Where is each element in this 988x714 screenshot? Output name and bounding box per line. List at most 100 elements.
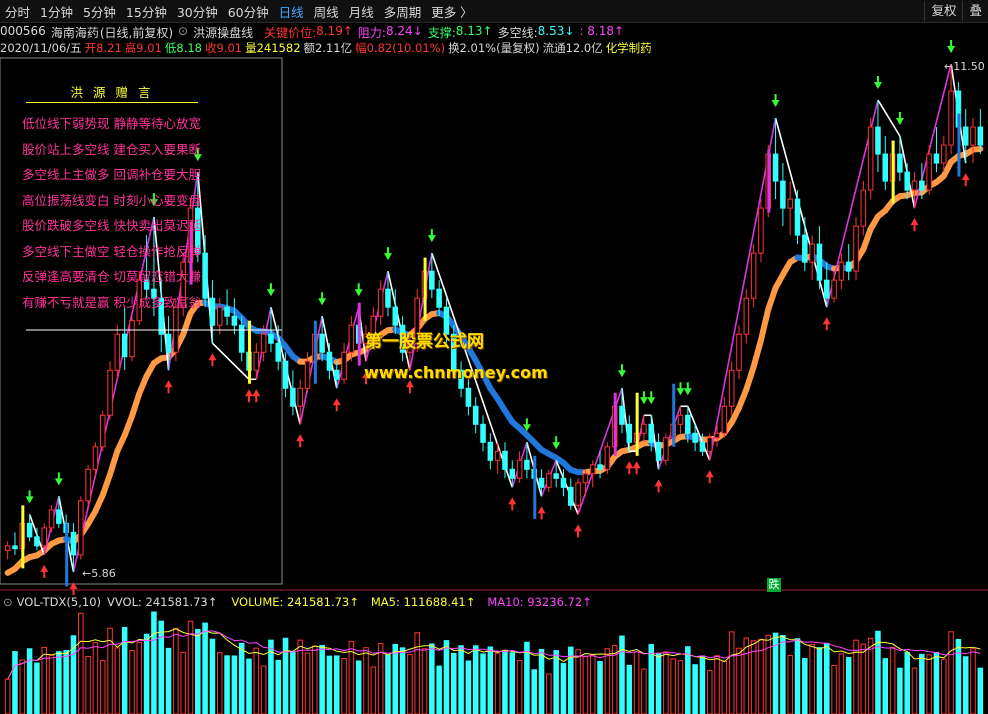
volume-bar <box>195 629 201 714</box>
zigzag-segment <box>877 99 901 137</box>
candle-body <box>502 450 508 470</box>
volume-bar <box>180 651 186 714</box>
volume-bar <box>970 648 976 714</box>
candle-body <box>926 153 932 191</box>
candle-body <box>487 441 494 461</box>
candle-body <box>436 288 442 308</box>
volume-bar <box>538 648 545 714</box>
candle-body <box>275 342 282 362</box>
buy-arrow-icon <box>574 524 583 538</box>
candle-body <box>494 450 501 461</box>
signal-bar <box>767 149 771 213</box>
volume-bar <box>19 659 26 714</box>
volume-bar <box>458 645 464 714</box>
volume-bar <box>780 635 786 714</box>
candle-body <box>882 153 889 182</box>
sell-arrow-icon <box>427 229 436 243</box>
volume-bar <box>670 658 676 714</box>
candle-body <box>268 333 274 344</box>
bull-bear-line-segment <box>750 337 764 370</box>
legend-line: 有赚不亏就是赢 积少成多致富翁 <box>22 294 201 310</box>
watermark-title: 第一股票公式网 <box>365 332 484 352</box>
bull-bear-line-segment <box>99 471 114 499</box>
candle-body <box>743 297 750 335</box>
volume-bar <box>546 673 552 714</box>
volume-bar <box>392 643 399 714</box>
candle-body <box>546 473 552 488</box>
zigzag-segment <box>387 270 411 371</box>
candle-body <box>78 500 84 556</box>
candle-body <box>209 297 216 326</box>
candle-body <box>348 324 355 353</box>
candle-body <box>787 198 793 209</box>
candle-body <box>706 437 713 452</box>
signal-bar <box>957 113 961 177</box>
candle-body <box>845 261 852 272</box>
bull-bear-line-segment <box>128 390 143 420</box>
candle-body <box>575 482 581 506</box>
candle-body <box>107 369 113 416</box>
volume-bar <box>165 647 172 714</box>
sell-arrow-icon <box>54 472 63 486</box>
volume-bar <box>480 653 486 714</box>
volume-bar <box>158 620 165 714</box>
candle-body <box>758 207 764 254</box>
vol-indicator-name[interactable]: VOL-TDX(5,10) <box>17 595 101 610</box>
volume-bar <box>611 645 618 714</box>
volume-bar <box>85 656 91 714</box>
volume-bar <box>516 660 523 714</box>
signal-bar <box>613 392 617 456</box>
bull-bear-line-segment <box>970 145 984 153</box>
volume-bar <box>494 652 501 714</box>
candle-body <box>26 522 33 538</box>
candle-body <box>962 126 969 146</box>
volume-bar <box>421 648 428 714</box>
candle-body <box>933 153 940 164</box>
high-price-label: ←11.50 <box>944 60 985 73</box>
volume-bar <box>304 652 311 714</box>
volume-bar <box>136 641 143 714</box>
candle-body <box>12 545 18 550</box>
volume-bar <box>414 632 420 714</box>
volume-bar <box>685 646 691 714</box>
volume-bar <box>699 655 706 714</box>
sell-arrow-icon <box>383 247 392 261</box>
volume-bar <box>933 651 940 714</box>
volume-bar <box>26 648 33 714</box>
volume-bar <box>436 665 442 714</box>
volume-bar <box>926 654 932 714</box>
candle-body <box>802 234 808 263</box>
signal-bar <box>357 302 361 366</box>
volume-info-bar: ⊙ VOL-TDX(5,10) VVOL: 241581.73↑ VOLUME:… <box>0 595 988 610</box>
volume-bar <box>4 678 11 714</box>
candle-body <box>728 369 735 407</box>
volume-bar <box>385 654 391 714</box>
bull-bear-line-segment <box>860 225 874 253</box>
vol-menu-icon[interactable]: ⊙ <box>3 595 13 610</box>
volume-bar <box>816 647 823 714</box>
sell-arrow-icon <box>639 391 648 405</box>
volume-bar <box>92 642 99 714</box>
volume-bar <box>838 653 845 714</box>
legend-line: 低位线下弱势现 静静等待心放宽 <box>22 116 201 131</box>
legend-line: 高位振荡线变白 时刻小心要变盘 <box>22 192 201 208</box>
volume-bar <box>955 638 962 714</box>
buy-arrow-icon <box>705 470 714 484</box>
candle-body <box>794 198 801 236</box>
sell-arrow-icon <box>873 76 882 90</box>
volume-bar <box>238 642 245 714</box>
candle-body <box>838 261 845 281</box>
volume-bar <box>209 638 216 714</box>
candle-body <box>663 437 669 461</box>
candle-body <box>509 468 516 479</box>
candle-body <box>970 126 976 146</box>
buy-arrow-icon <box>654 479 663 493</box>
signal-bar <box>21 505 25 569</box>
volume-bar <box>260 665 267 714</box>
zigzag-segment <box>299 316 323 425</box>
candle-body <box>224 306 230 317</box>
candle-body <box>831 279 837 299</box>
candle-body <box>853 225 859 272</box>
candle-body <box>114 333 121 371</box>
candle-body <box>238 324 245 353</box>
